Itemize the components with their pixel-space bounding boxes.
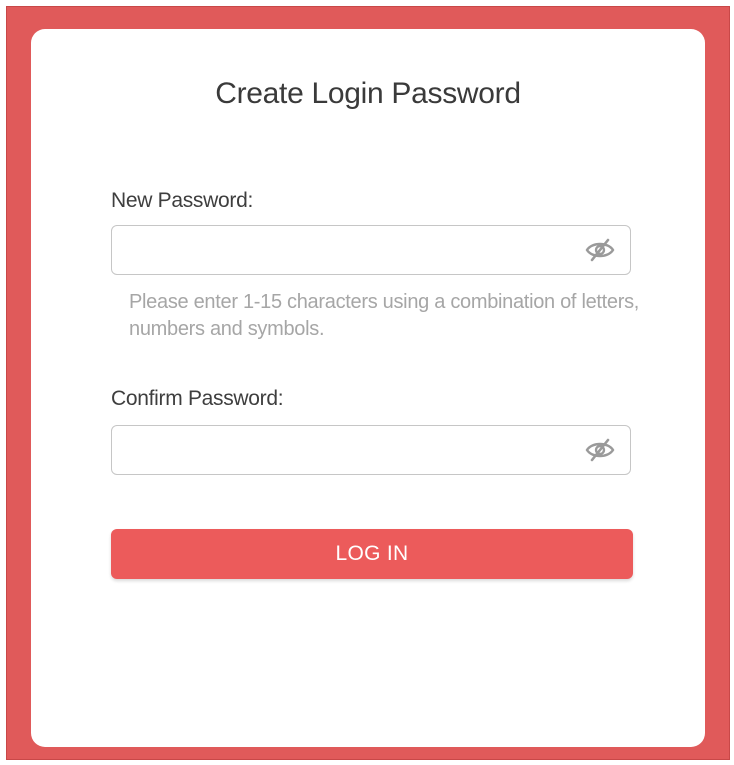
eye-slash-icon[interactable] — [584, 238, 616, 262]
page-title: Create Login Password — [215, 77, 521, 110]
brand-frame: Create Login Password New Password: Plea… — [6, 6, 730, 760]
login-card: Create Login Password New Password: Plea… — [31, 29, 705, 747]
eye-slash-icon[interactable] — [584, 438, 616, 462]
login-button[interactable]: LOG IN — [111, 529, 633, 579]
confirm-password-input[interactable] — [124, 434, 568, 468]
password-hint: Please enter 1-15 characters using a com… — [129, 291, 640, 340]
confirm-password-field-box — [111, 425, 631, 475]
new-password-input[interactable] — [124, 234, 568, 268]
confirm-password-label: Confirm Password: — [111, 387, 284, 410]
new-password-field-box — [111, 225, 631, 275]
new-password-label: New Password: — [111, 189, 253, 212]
